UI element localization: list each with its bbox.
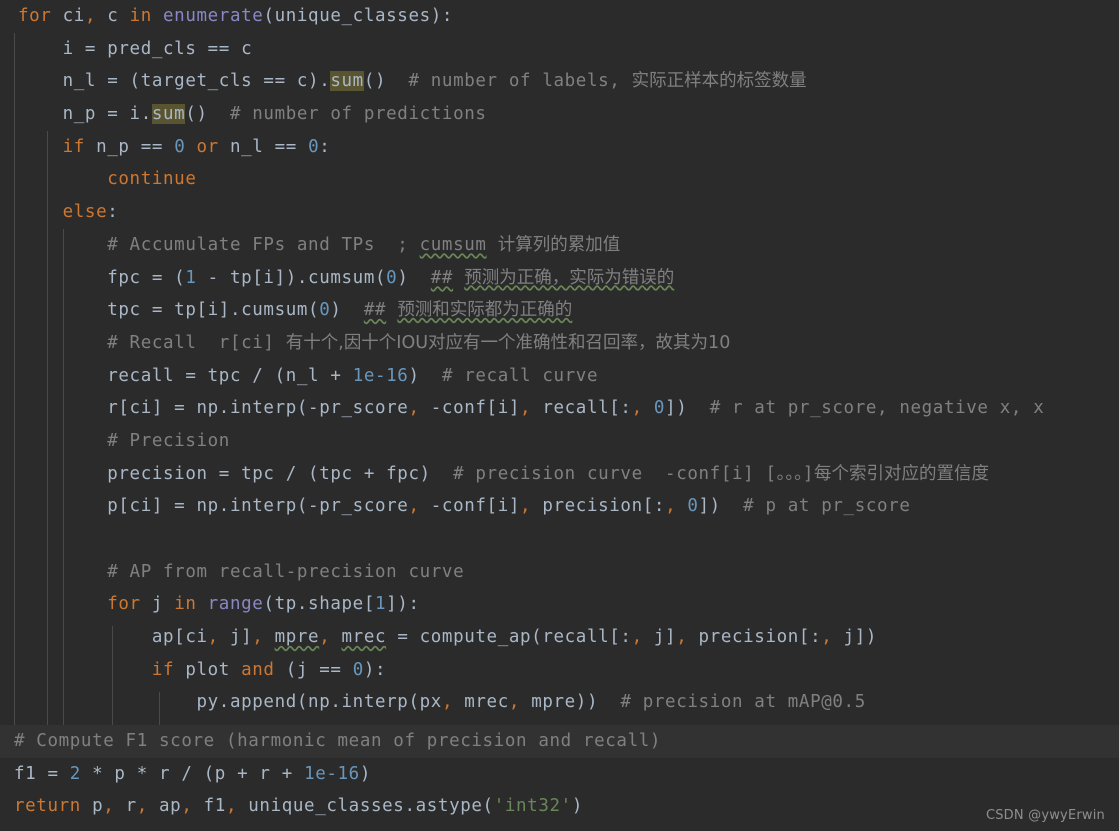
- occurrence-highlight-sum: sum: [151, 104, 186, 125]
- code-line[interactable]: precision = tpc / (tpc + fpc) # precisio…: [0, 458, 1119, 491]
- code-line[interactable]: # Precision: [0, 425, 1119, 458]
- code-line[interactable]: f1 = 2 * p * r / (p + r + 1e-16): [0, 757, 1119, 791]
- code-line[interactable]: py.append(np.interp(px, mrec, mpre)) # p…: [0, 686, 1119, 719]
- code-line[interactable]: n_p = i.sum() # number of predictions: [0, 98, 1119, 131]
- code-line[interactable]: n_l = (target_cls == c).sum() # number o…: [0, 65, 1119, 98]
- code-line[interactable]: r[ci] = np.interp(-pr_score, -conf[i], r…: [0, 392, 1119, 425]
- occurrence-highlight-sum: sum: [330, 71, 364, 92]
- spellcheck-cn-2: 预测和实际都为正确的: [397, 300, 573, 321]
- code-line[interactable]: return p, r, ap, f1, unique_classes.asty…: [0, 790, 1119, 824]
- watermark: CSDN @ywyErwin: [985, 808, 1105, 823]
- code-line[interactable]: if n_p == 0 or n_l == 0:: [0, 131, 1119, 164]
- code-line[interactable]: p[ci] = np.interp(-pr_score, -conf[i], p…: [0, 490, 1119, 523]
- code-line[interactable]: fpc = (1 - tp[i]).cumsum(0) ## 预测为正确，实际为…: [0, 262, 1119, 295]
- code-line[interactable]: [0, 523, 1119, 556]
- code-line[interactable]: for ci, c in enumerate(unique_classes):: [0, 0, 1119, 33]
- code-line[interactable]: i = pred_cls == c: [0, 33, 1119, 66]
- code-line[interactable]: # Accumulate FPs and TPs ; cumsum 计算列的累加…: [0, 229, 1119, 262]
- spellcheck-mpre: mpre: [274, 627, 320, 648]
- code-line[interactable]: tpc = tp[i].cumsum(0) ## 预测和实际都为正确的: [0, 294, 1119, 327]
- spellcheck-cumsum: cumsum: [419, 234, 487, 255]
- code-line[interactable]: # AP from recall-precision curve: [0, 556, 1119, 589]
- code-line[interactable]: ap[ci, j], mpre, mrec = compute_ap(recal…: [0, 621, 1119, 654]
- code-line[interactable]: continue: [0, 163, 1119, 196]
- code-line[interactable]: # Recall r[ci] 有十个,因十个IOU对应有一个准确性和召回率，故其…: [0, 327, 1119, 360]
- code-block-lower[interactable]: # Compute F1 score (harmonic mean of pre…: [0, 725, 1119, 831]
- code-line[interactable]: for j in range(tp.shape[1]):: [0, 588, 1119, 621]
- spellcheck-mrec: mrec: [341, 627, 387, 648]
- code-block[interactable]: for ci, c in enumerate(unique_classes): …: [0, 0, 1119, 719]
- code-line-highlighted[interactable]: # Compute F1 score (harmonic mean of pre…: [0, 725, 1119, 758]
- code-line[interactable]: else:: [0, 196, 1119, 229]
- code-editor[interactable]: for ci, c in enumerate(unique_classes): …: [0, 0, 1119, 831]
- spellcheck-cn-1: 预测为正确，实际为错误的: [464, 267, 675, 288]
- code-line[interactable]: if plot and (j == 0):: [0, 654, 1119, 687]
- code-line[interactable]: recall = tpc / (n_l + 1e-16) # recall cu…: [0, 360, 1119, 393]
